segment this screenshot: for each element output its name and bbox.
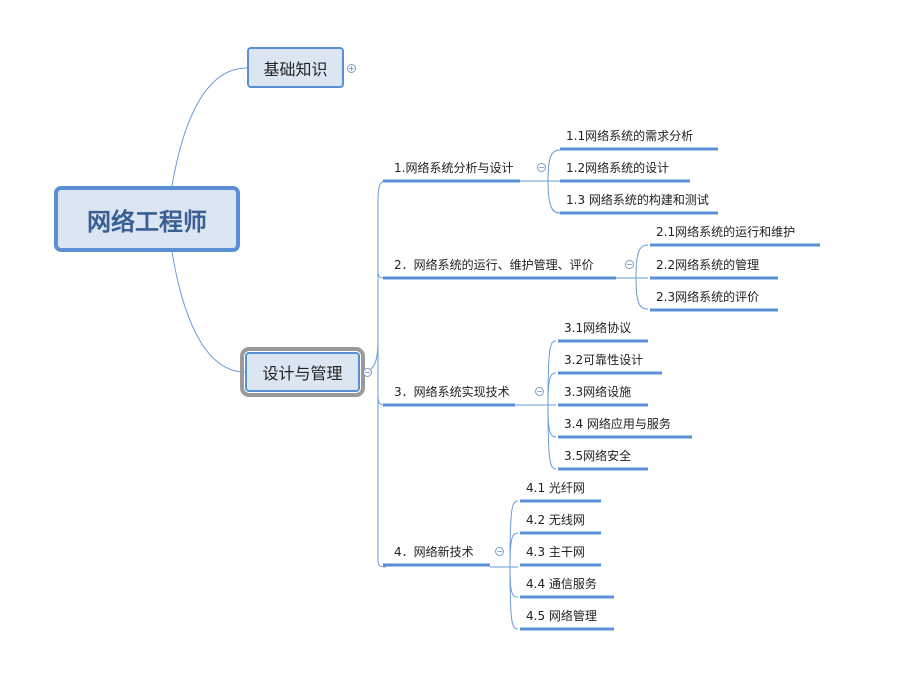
subtopic-1[interactable]: 1.网络系统分析与设计	[394, 161, 513, 175]
subtopic-4[interactable]: 4．网络新技术	[394, 545, 474, 559]
leaf-topic[interactable]: 4.3 主干网	[526, 545, 585, 559]
leaf-topic[interactable]: 2.3网络系统的评价	[656, 290, 759, 304]
collapse-toggle-icon[interactable]: −	[537, 163, 546, 172]
leaf-topic[interactable]: 1.1网络系统的需求分析	[566, 129, 693, 143]
leaf-topic[interactable]: 3.3网络设施	[564, 385, 631, 399]
leaf-topic[interactable]: 3.2可靠性设计	[564, 353, 643, 367]
collapse-toggle-icon[interactable]: −	[495, 547, 504, 556]
connector-lines	[171, 67, 820, 631]
connector-s3-children	[515, 340, 557, 470]
root-topic[interactable]: 网络工程师	[54, 186, 240, 252]
collapse-toggle-icon[interactable]: −	[363, 368, 372, 377]
leaf-topic[interactable]: 3.1网络协议	[564, 321, 631, 335]
main-topic-design[interactable]: 设计与管理	[240, 347, 365, 397]
collapse-toggle-icon[interactable]: −	[625, 260, 634, 269]
leaf-topic[interactable]: 1.2网络系统的设计	[566, 161, 669, 175]
leaf-topic[interactable]: 2.2网络系统的管理	[656, 258, 759, 272]
main-topic-basics[interactable]: 基础知识	[247, 47, 344, 88]
connector-s2-children	[616, 244, 649, 310]
connector-s1-children	[520, 149, 561, 214]
leaf-topic[interactable]: 3.4 网络应用与服务	[564, 417, 671, 431]
leaf-topic[interactable]: 4.1 光纤网	[526, 481, 585, 495]
leaf-topic[interactable]: 2.1网络系统的运行和维护	[656, 225, 795, 239]
leaf-topic[interactable]: 4.4 通信服务	[526, 577, 597, 591]
connector-root-basics	[171, 67, 248, 187]
expand-toggle-icon[interactable]: +	[347, 64, 356, 73]
leaf-topic[interactable]: 4.2 无线网	[526, 513, 585, 527]
connector-s4-children	[490, 500, 519, 630]
collapse-toggle-icon[interactable]: −	[535, 387, 544, 396]
subtopic-3[interactable]: 3．网络系统实现技术	[394, 385, 510, 399]
leaf-topic[interactable]: 4.5 网络管理	[526, 609, 597, 623]
leaf-topic[interactable]: 1.3 网络系统的构建和测试	[566, 193, 709, 207]
connector-root-design	[171, 251, 246, 373]
leaf-topic[interactable]: 3.5网络安全	[564, 449, 631, 463]
subtopic-2[interactable]: 2．网络系统的运行、维护管理、评价	[394, 258, 594, 272]
